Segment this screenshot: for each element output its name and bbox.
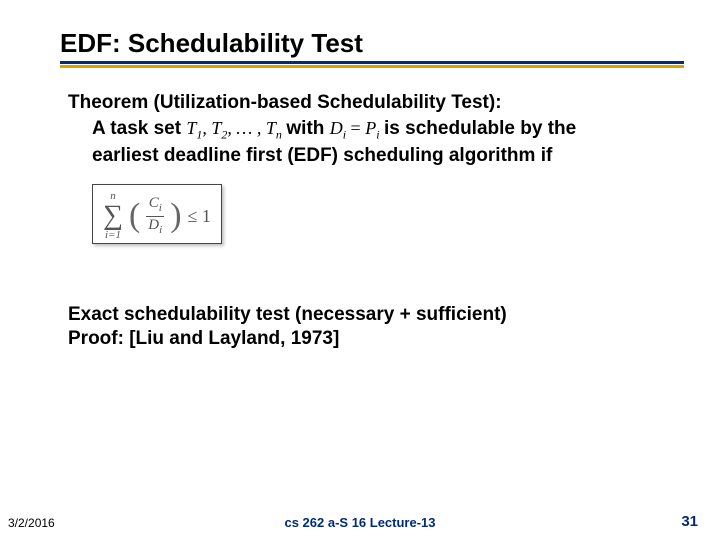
slide-footer: 3/2/2016 cs 262 a-S 16 Lecture-13 31 bbox=[0, 513, 720, 530]
open-paren: ( bbox=[129, 197, 140, 235]
den-sub: i bbox=[159, 224, 162, 236]
num-letter: C bbox=[149, 195, 159, 211]
formula-box: n ∑ i=1 ( Ci Di ) ≤ 1 bbox=[92, 184, 222, 244]
math-ellipsis: … bbox=[236, 118, 252, 138]
math-P-sub: i bbox=[376, 128, 379, 142]
den-letter: D bbox=[148, 217, 159, 233]
slide-body: Theorem (Utilization-based Schedulabilit… bbox=[60, 92, 684, 350]
footer-center: cs 262 a-S 16 Lecture-13 bbox=[284, 515, 435, 530]
title-underline bbox=[60, 65, 684, 68]
math-T1: T bbox=[186, 118, 196, 138]
theorem-heading: Theorem (Utilization-based Schedulabilit… bbox=[68, 92, 642, 114]
fraction-numerator: Ci bbox=[147, 196, 164, 215]
text-fragment: A task set bbox=[92, 118, 186, 139]
math-eq: = bbox=[346, 118, 365, 138]
num-sub: i bbox=[159, 202, 162, 214]
leq-one: ≤ 1 bbox=[188, 206, 211, 227]
footer-page-number: 31 bbox=[681, 513, 698, 530]
slide-title: EDF: Schedulability Test bbox=[60, 28, 684, 64]
math-D: D bbox=[330, 118, 343, 138]
slide: EDF: Schedulability Test Theorem (Utiliz… bbox=[0, 0, 720, 540]
math-Tn: T bbox=[266, 118, 276, 138]
math-T1-sub: 1 bbox=[196, 128, 202, 142]
math-P: P bbox=[365, 118, 376, 138]
math-Tn-sub: n bbox=[276, 128, 282, 142]
exact-note: Exact schedulability test (necessary + s… bbox=[68, 304, 642, 326]
fraction-denominator: Di bbox=[146, 218, 164, 237]
math-T2-sub: 2 bbox=[221, 128, 227, 142]
close-paren: ) bbox=[170, 197, 181, 235]
formula: n ∑ i=1 ( Ci Di ) ≤ 1 bbox=[103, 191, 211, 241]
math-T2: T bbox=[211, 118, 221, 138]
sigma-symbol: ∑ bbox=[103, 202, 123, 230]
sigma: n ∑ i=1 bbox=[103, 191, 123, 241]
text-fragment: with bbox=[286, 118, 329, 139]
footer-date: 3/2/2016 bbox=[8, 516, 55, 530]
proof-ref: Proof: [Liu and Layland, 1973] bbox=[68, 328, 642, 350]
task-set-math: T1, T2, … , Tn bbox=[186, 118, 286, 138]
theorem-statement: A task set T1, T2, … , Tn with Di = Pi i… bbox=[68, 116, 642, 168]
condition-math: Di = Pi bbox=[330, 118, 384, 138]
fraction: Ci Di bbox=[146, 196, 164, 236]
sigma-lower: i=1 bbox=[105, 230, 121, 241]
